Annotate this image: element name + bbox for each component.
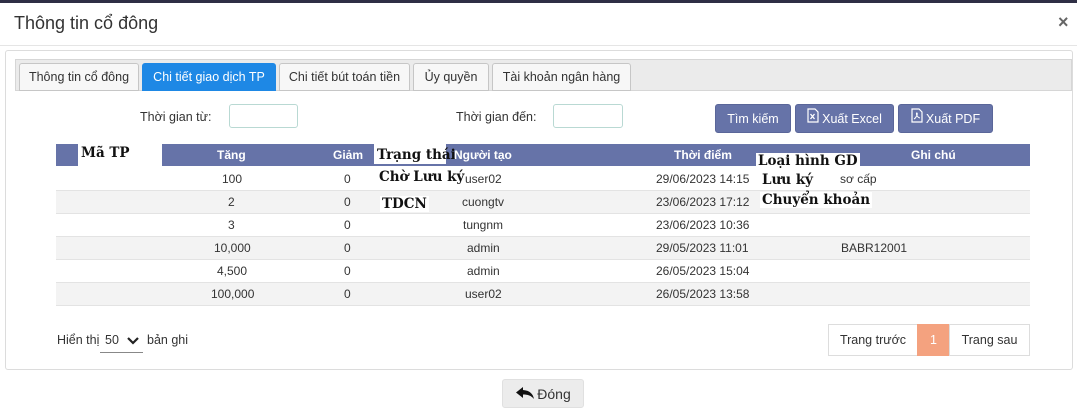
cell-decrease: 0: [344, 241, 351, 255]
cell-creator: admin: [467, 264, 500, 278]
close-button[interactable]: Đóng: [502, 379, 584, 408]
header-creator: Người tạo: [454, 148, 512, 162]
export-excel-button[interactable]: Xuất Excel: [795, 104, 894, 133]
table-row[interactable]: 100,000 0 user02 26/05/2023 13:58: [56, 283, 1030, 306]
cell-status: TDCN: [380, 196, 429, 212]
next-page-button[interactable]: Trang sau: [949, 324, 1030, 356]
table-header: [56, 144, 1030, 166]
export-pdf-button[interactable]: Xuất PDF: [898, 104, 993, 133]
chevron-down-icon: [127, 335, 139, 349]
header-transaction-type: Loại hình GD: [756, 153, 860, 169]
tab-cash-entries[interactable]: Chi tiết bút toán tiền: [279, 63, 410, 91]
current-page-button[interactable]: 1: [917, 324, 950, 356]
cell-decrease: 0: [344, 195, 351, 209]
modal-header: Thông tin cổ đông ×: [0, 3, 1077, 46]
tab-authorization[interactable]: Ủy quyền: [413, 63, 489, 91]
tab-bank-account[interactable]: Tài khoản ngân hàng: [492, 63, 631, 91]
search-button[interactable]: Tìm kiếm: [715, 104, 791, 133]
search-button-label: Tìm kiếm: [727, 112, 779, 126]
page-size-value: 50: [105, 333, 119, 347]
cell-timestamp: 23/06/2023 10:36: [656, 218, 750, 232]
cell-timestamp: 23/06/2023 17:12: [656, 195, 750, 209]
close-icon[interactable]: ×: [1058, 12, 1069, 33]
cell-decrease: 0: [344, 287, 351, 301]
from-date-input[interactable]: [229, 104, 298, 128]
modal-title: Thông tin cổ đông: [14, 13, 159, 33]
header-note: Ghi chú: [911, 148, 956, 162]
records-label: bản ghi: [147, 333, 189, 347]
cell-increase: 100,000: [211, 287, 255, 301]
header-timestamp: Thời điểm: [674, 148, 732, 162]
page-size-select[interactable]: 50: [100, 329, 143, 353]
cell-transaction-type: Lưu ký: [760, 172, 816, 188]
export-pdf-label: Xuất PDF: [925, 112, 981, 126]
prev-page-button[interactable]: Trang trước: [828, 324, 918, 356]
cell-timestamp: 26/05/2023 13:58: [656, 287, 750, 301]
cell-timestamp: 26/05/2023 15:04: [656, 264, 750, 278]
cell-note: sơ cấp: [840, 172, 877, 186]
table-row[interactable]: 10,000 0 admin 29/05/2023 11:01 BABR1200…: [56, 237, 1030, 260]
header-status: Trạng thái: [377, 147, 456, 163]
header-bond-code: Mã TP: [81, 145, 130, 161]
cell-creator: user02: [465, 287, 502, 301]
close-button-label: Đóng: [537, 386, 571, 402]
cell-timestamp: 29/05/2023 11:01: [656, 241, 749, 255]
reply-arrow-icon: [515, 381, 535, 409]
table-row[interactable]: 3 0 tungnm 23/06/2023 10:36: [56, 214, 1030, 237]
pdf-file-icon: [911, 105, 923, 134]
to-date-label: Thời gian đến:: [456, 110, 537, 124]
tab-bond-transactions[interactable]: Chi tiết giao dịch TP: [142, 63, 276, 91]
cell-increase: 4,500: [217, 264, 248, 278]
export-excel-label: Xuất Excel: [822, 112, 882, 126]
to-date-input[interactable]: [553, 104, 623, 128]
cell-status: Chờ Lưu ký: [377, 169, 467, 185]
cell-decrease: 0: [344, 172, 351, 186]
tab-shareholder-info[interactable]: Thông tin cổ đông: [19, 63, 139, 91]
cell-increase: 10,000: [214, 241, 251, 255]
from-date-label: Thời gian từ:: [140, 110, 212, 124]
cell-decrease: 0: [344, 218, 351, 232]
excel-file-icon: [807, 105, 819, 134]
table-row[interactable]: 2 0 TDCN cuongtv 23/06/2023 17:12 Chuyển…: [56, 191, 1030, 214]
page-size-label: Hiển thị: [57, 333, 100, 347]
header-decrease: Giảm: [333, 148, 364, 162]
cell-creator: admin: [467, 241, 500, 255]
cell-timestamp: 29/06/2023 14:15: [656, 172, 750, 186]
cell-increase: 3: [228, 218, 235, 232]
cell-creator: user02: [465, 172, 502, 186]
table-row[interactable]: 100 0 Chờ Lưu ký user02 29/06/2023 14:15…: [56, 168, 1030, 191]
cell-decrease: 0: [344, 264, 351, 278]
table-row[interactable]: 4,500 0 admin 26/05/2023 15:04: [56, 260, 1030, 283]
cell-creator: cuongtv: [462, 195, 505, 209]
cell-increase: 2: [228, 195, 235, 209]
cell-creator: tungnm: [463, 218, 504, 232]
header-increase: Tăng: [217, 148, 246, 162]
cell-note: BABR12001: [841, 241, 908, 255]
cell-increase: 100: [222, 172, 243, 186]
cell-transaction-type: Chuyển khoản: [760, 192, 873, 208]
